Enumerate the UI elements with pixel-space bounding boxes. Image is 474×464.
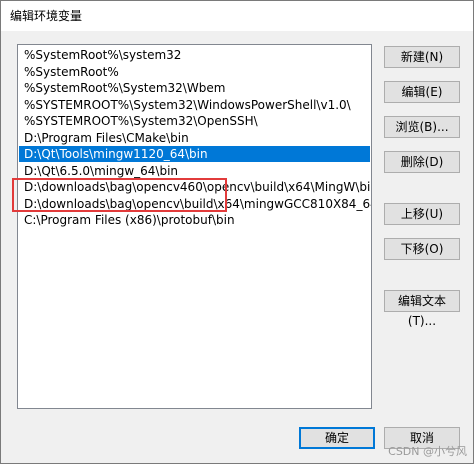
list-item[interactable]: D:\Qt\Tools\mingw1120_64\bin bbox=[19, 146, 370, 162]
list-item[interactable]: %SystemRoot%\System32\Wbem bbox=[19, 80, 370, 96]
delete-button[interactable]: 删除(D) bbox=[384, 151, 460, 173]
edit-button[interactable]: 编辑(E) bbox=[384, 81, 460, 103]
dialog-body: %SystemRoot%\system32 %SystemRoot% %System… bbox=[1, 31, 473, 463]
new-button[interactable]: 新建(N) bbox=[384, 46, 460, 68]
list-item[interactable]: %SystemRoot%\system32 bbox=[19, 47, 370, 63]
edit-text-button[interactable]: 编辑文本(T)... bbox=[384, 290, 460, 328]
list-item[interactable]: %SYSTEMROOT%\System32\WindowsPowerShell\… bbox=[19, 97, 370, 113]
title-bar[interactable]: 编辑环境变量 bbox=[1, 1, 473, 31]
path-list[interactable]: %SystemRoot%\system32 %SystemRoot% %System… bbox=[17, 44, 372, 409]
list-item[interactable]: D:\downloads\bag\opencv\build\x64\mingwG… bbox=[19, 196, 371, 212]
move-up-button[interactable]: 上移(U) bbox=[384, 203, 460, 225]
list-item[interactable]: D:\Program Files\CMake\bin bbox=[19, 130, 370, 146]
list-item[interactable]: D:\downloads\bag\opencv460\opencv\build\… bbox=[19, 179, 371, 195]
list-item[interactable]: %SYSTEMROOT%\System32\OpenSSH\ bbox=[19, 113, 370, 129]
move-down-button[interactable]: 下移(O) bbox=[384, 238, 460, 260]
list-item[interactable]: D:\Qt\6.5.0\mingw_64\bin bbox=[19, 163, 370, 179]
edit-env-var-dialog: 编辑环境变量 %SystemRoot%\system32 %SystemRoot%… bbox=[0, 0, 474, 464]
watermark: CSDN @小兮风 bbox=[388, 445, 467, 458]
dialog-title: 编辑环境变量 bbox=[10, 9, 83, 23]
list-item[interactable]: %SystemRoot% bbox=[19, 64, 370, 80]
ok-button[interactable]: 确定 bbox=[299, 427, 375, 449]
list-item[interactable]: C:\Program Files (x86)\protobuf\bin bbox=[19, 212, 370, 228]
browse-button[interactable]: 浏览(B)... bbox=[384, 116, 460, 138]
